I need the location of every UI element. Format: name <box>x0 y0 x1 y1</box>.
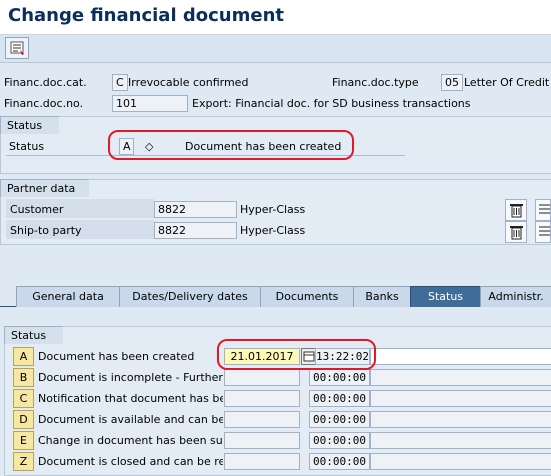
details-icon <box>539 204 550 214</box>
status-highlight <box>108 130 354 160</box>
trash-icon <box>510 204 523 218</box>
status-row-c-key[interactable]: C <box>13 389 34 408</box>
doc-cat-field[interactable]: C <box>112 74 128 91</box>
ship-to-label: Ship-to party <box>10 224 82 237</box>
tab-general-data[interactable]: General data <box>16 286 120 307</box>
doc-no-field[interactable]: 101 <box>112 95 188 112</box>
status-row-b-extra[interactable] <box>370 369 551 386</box>
status-label: Status <box>9 140 45 153</box>
customer-number-field[interactable]: 8822 <box>154 201 237 218</box>
doc-cat-text: Irrevocable confirmed <box>128 76 249 89</box>
status-row-c-extra[interactable] <box>370 390 551 407</box>
status-row-c-desc: Notification that document has bee <box>38 392 223 405</box>
status-row-b-desc: Document is incomplete - Further <box>38 371 223 384</box>
status-row-z-extra[interactable] <box>370 453 551 470</box>
status-row-z-time[interactable]: 00:00:00 <box>309 453 370 470</box>
status-row-d-date[interactable] <box>224 411 300 428</box>
status-section-title: Status <box>0 116 59 134</box>
display-change-icon <box>10 41 24 55</box>
trash-icon <box>510 226 523 240</box>
ship-to-details-button[interactable] <box>535 221 551 243</box>
status-row-a-desc: Document has been created <box>38 350 195 363</box>
display-change-button[interactable] <box>5 37 29 59</box>
status-row-c-date[interactable] <box>224 390 300 407</box>
status-row-d-time[interactable]: 00:00:00 <box>309 411 370 428</box>
status-row-b-date[interactable] <box>224 369 300 386</box>
customer-details-button[interactable] <box>535 199 551 221</box>
status-row-b-key[interactable]: B <box>13 368 34 387</box>
status-row-e-desc: Change in document has been su <box>38 434 223 447</box>
tab-documents[interactable]: Documents <box>260 286 354 307</box>
status-row-d-key[interactable]: D <box>13 410 34 429</box>
tab-dates-delivery[interactable]: Dates/Delivery dates <box>119 286 261 307</box>
status-row-a-key[interactable]: A <box>13 347 34 366</box>
status-row-d-extra[interactable] <box>370 411 551 428</box>
status-row-e-key[interactable]: E <box>13 431 34 450</box>
status-row-e-extra[interactable] <box>370 432 551 449</box>
details-icon <box>539 226 550 236</box>
title-bar: Change financial document <box>0 0 551 35</box>
customer-delete-button[interactable] <box>505 199 527 221</box>
status-row-e-date[interactable] <box>224 432 300 449</box>
doc-type-text: Letter Of Credit <box>464 76 550 89</box>
status-row-z-date[interactable] <box>224 453 300 470</box>
doc-type-field[interactable]: 05 <box>441 74 463 91</box>
ship-to-name: Hyper-Class <box>240 224 306 237</box>
status-row-z-desc: Document is closed and can be re <box>38 455 223 468</box>
page-title: Change financial document <box>8 5 285 26</box>
doc-cat-label: Financ.doc.cat. <box>4 76 87 89</box>
doc-no-text: Export: Financial doc. for SD business t… <box>192 97 471 110</box>
partner-section-title: Partner data <box>0 179 89 197</box>
status-row-e-time[interactable]: 00:00:00 <box>309 432 370 449</box>
status-row-c-time[interactable]: 00:00:00 <box>309 390 370 407</box>
status-row-d-desc: Document is available and can be <box>38 413 223 426</box>
customer-label: Customer <box>10 203 64 216</box>
tab-administr[interactable]: Administr. <box>480 286 551 307</box>
date-time-highlight <box>217 339 376 370</box>
tab-banks[interactable]: Banks <box>353 286 411 307</box>
doc-no-label: Financ.doc.no. <box>4 97 84 110</box>
toolbar <box>0 35 551 63</box>
ship-to-delete-button[interactable] <box>505 221 527 243</box>
ship-to-number-field[interactable]: 8822 <box>154 222 237 239</box>
status-row-b-time[interactable]: 00:00:00 <box>309 369 370 386</box>
status-row-z-key[interactable]: Z <box>13 452 34 471</box>
status-row-a-extra[interactable] <box>370 348 551 365</box>
status-table-title: Status <box>4 326 63 344</box>
tab-status[interactable]: Status <box>410 286 481 307</box>
doc-type-label: Financ.doc.type <box>332 76 419 89</box>
customer-name: Hyper-Class <box>240 203 306 216</box>
